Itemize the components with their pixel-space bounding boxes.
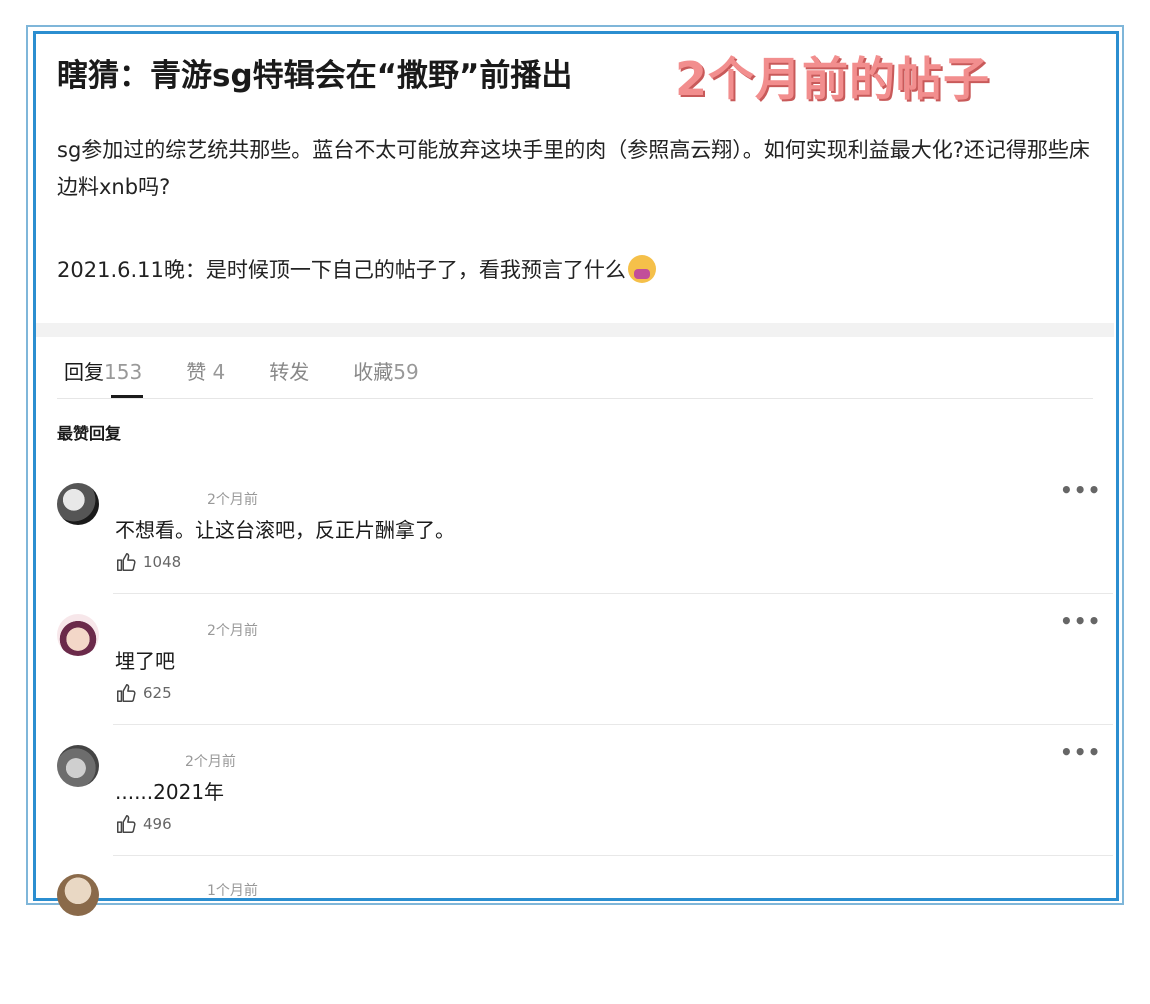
tab-label: 收藏: [353, 360, 394, 384]
more-options-icon[interactable]: •••: [1060, 611, 1101, 631]
like-button[interactable]: 1048: [115, 551, 181, 573]
overlay-annotation: 2个月前的帖子: [675, 52, 991, 106]
tab-label: 赞: [186, 360, 207, 384]
tab-count: 59: [393, 360, 419, 384]
tab-count: 153: [104, 360, 143, 384]
tab-replies[interactable]: 回复153: [64, 356, 143, 398]
comment-divider: [113, 855, 1113, 856]
tab-label: 回复: [64, 360, 104, 384]
comment-time: 2个月前: [207, 623, 258, 639]
avatar[interactable]: [57, 745, 99, 787]
tab-label: 转发: [269, 360, 310, 384]
comment-item: 1个月前: [0, 874, 1150, 1004]
comment-text: 不想看。让这台滚吧，反正片酬拿了。: [115, 518, 455, 542]
comment-item: 2个月前 ••• ......2021年 496: [0, 742, 1150, 875]
comment-time: 1个月前: [207, 883, 258, 899]
comment-item: 2个月前 ••• 埋了吧 625: [0, 611, 1150, 744]
avatar[interactable]: [57, 614, 99, 656]
thumbs-up-icon: [117, 553, 136, 571]
more-options-icon[interactable]: •••: [1060, 480, 1101, 500]
post-paragraph-1: sg参加过的综艺统共那些。蓝台不太可能放弃这块手里的肉（参照高云翔）。如何实现利…: [57, 138, 1090, 199]
like-count: 496: [143, 815, 172, 833]
comment-text: 埋了吧: [115, 649, 175, 673]
avatar[interactable]: [57, 874, 99, 916]
comment-text: ......2021年: [115, 780, 225, 804]
post-paragraph-2-text: 2021.6.11晚：是时候顶一下自己的帖子了，看我预言了什么: [57, 258, 626, 282]
top-replies-heading: 最赞回复: [57, 424, 122, 443]
post-title: 瞎猜：青游sg特辑会在“撒野”前播出: [57, 58, 573, 94]
like-count: 1048: [143, 553, 182, 571]
more-options-icon[interactable]: •••: [1060, 742, 1101, 762]
tab-likes[interactable]: 赞 4: [186, 356, 225, 385]
like-button[interactable]: 625: [115, 682, 172, 704]
tab-favorites[interactable]: 收藏59: [353, 356, 418, 385]
section-separator: [36, 323, 1114, 337]
comment-divider: [113, 724, 1113, 725]
like-button[interactable]: 496: [115, 813, 172, 835]
tabs-divider: [57, 398, 1093, 399]
avatar[interactable]: [57, 483, 99, 525]
like-count: 625: [143, 684, 172, 702]
comment-item: 2个月前 ••• 不想看。让这台滚吧，反正片酬拿了。 1048: [0, 480, 1150, 613]
thumbs-up-icon: [117, 684, 136, 702]
post-paragraph-2: 2021.6.11晚：是时候顶一下自己的帖子了，看我预言了什么: [57, 252, 1097, 289]
post-tabs: 回复153 赞 4 转发 收藏59: [64, 356, 463, 398]
tab-count: 4: [212, 360, 226, 384]
tab-reposts[interactable]: 转发: [269, 356, 309, 385]
comment-divider: [113, 593, 1113, 594]
person-shrugging-emoji-icon: [627, 255, 656, 283]
thumbs-up-icon: [117, 815, 136, 833]
comment-time: 2个月前: [185, 754, 236, 770]
comment-time: 2个月前: [207, 492, 258, 508]
